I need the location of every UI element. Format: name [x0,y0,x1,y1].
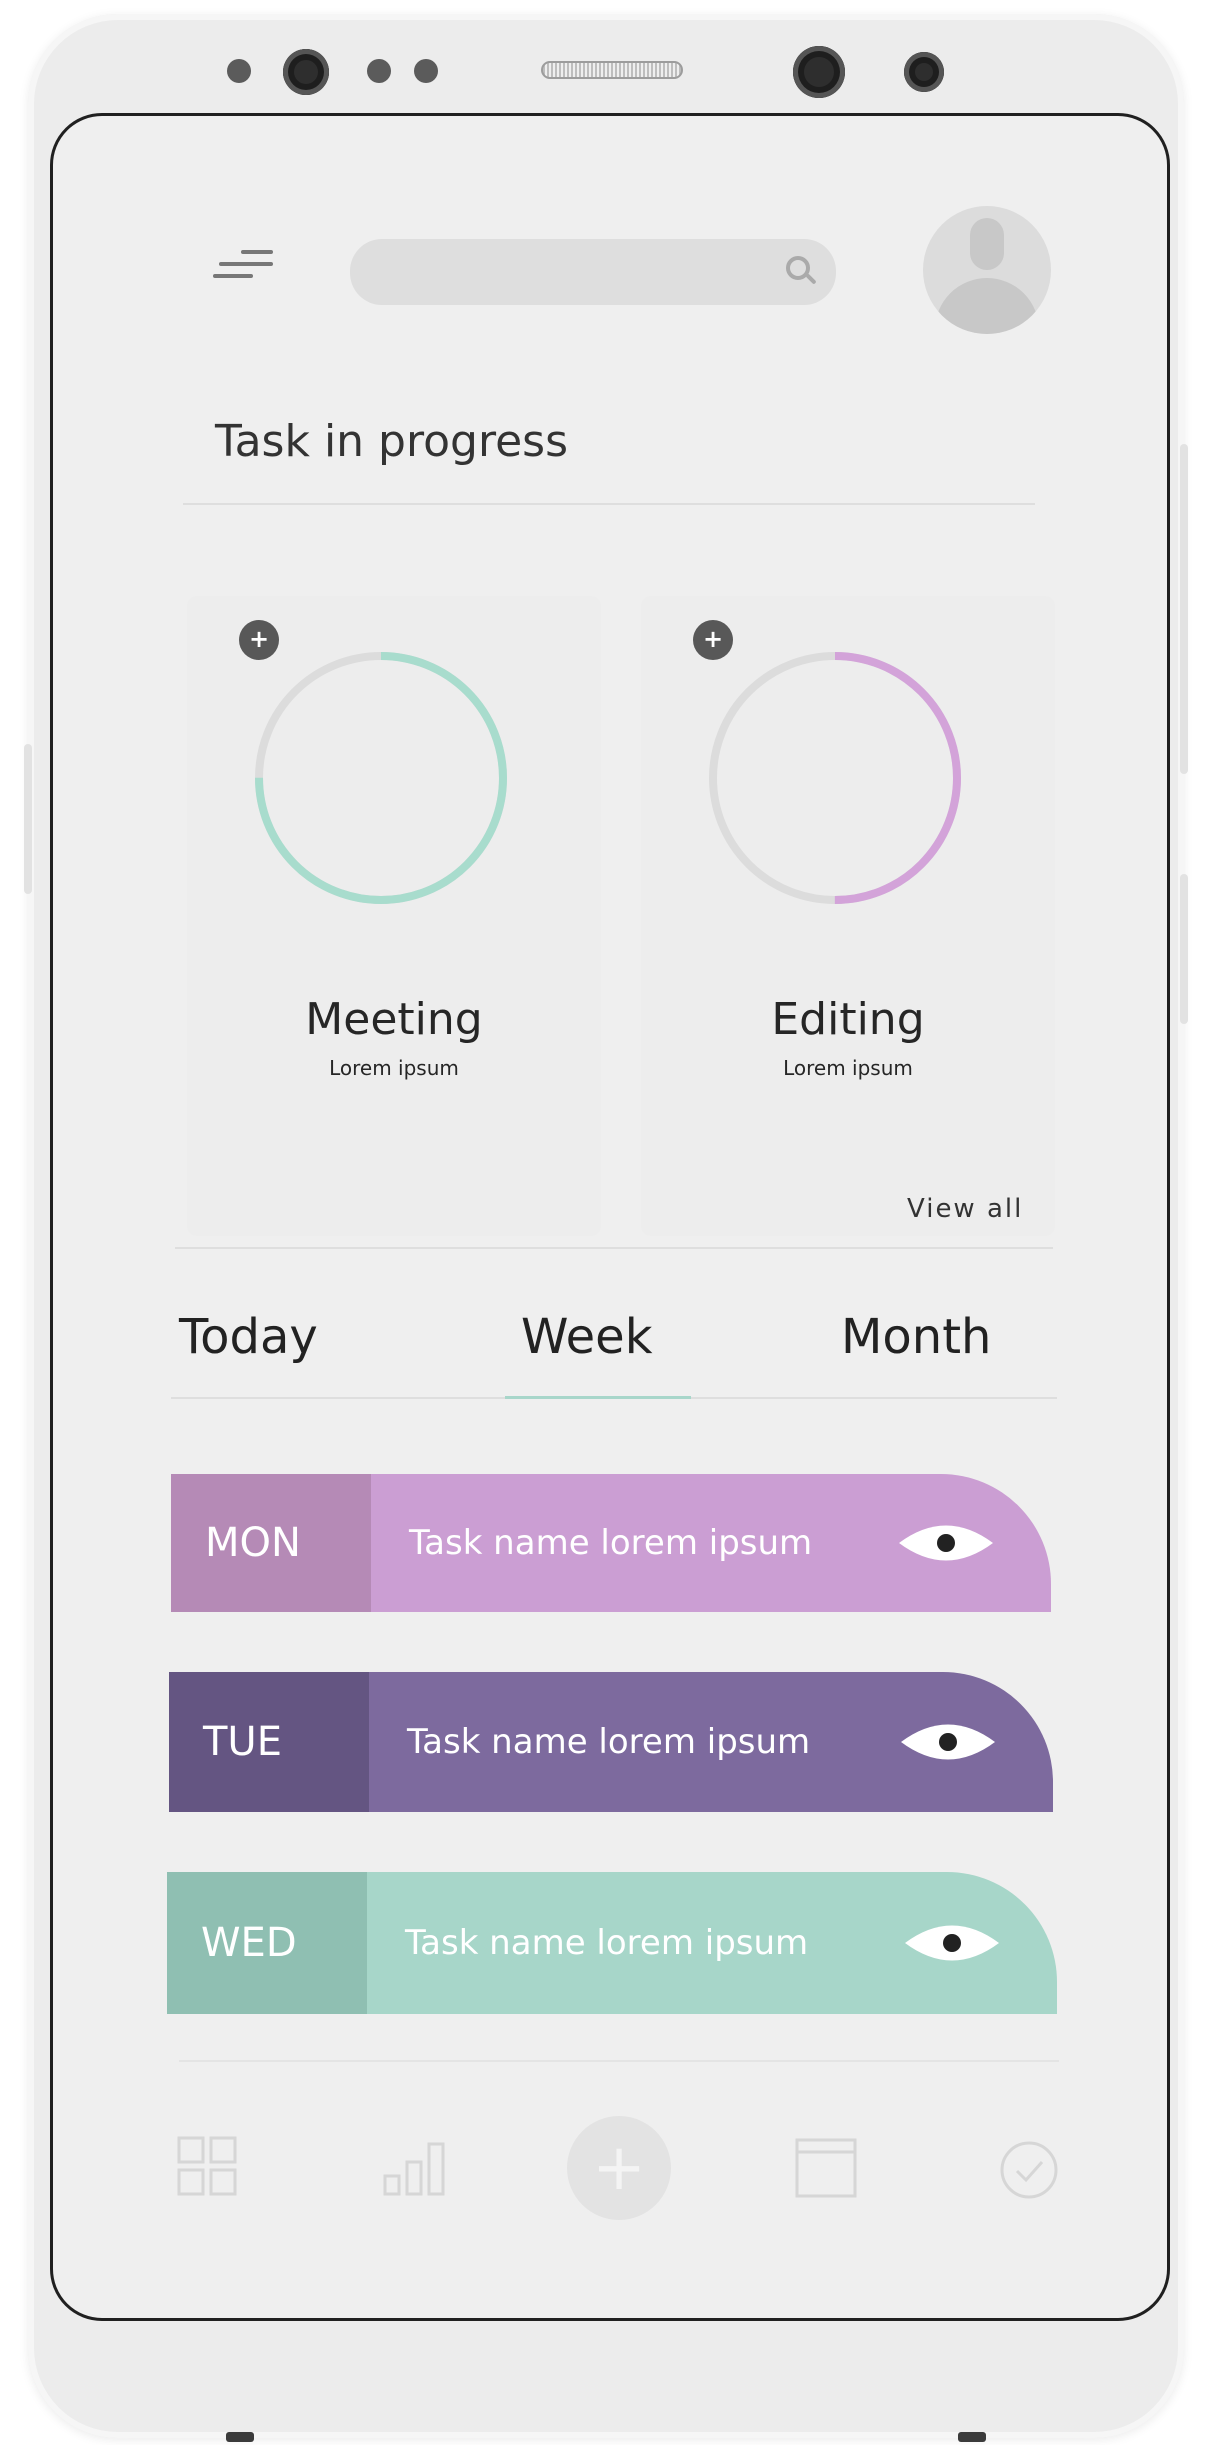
avatar-head-shape [970,218,1004,270]
side-button-left [24,744,32,894]
page-title: Task in progress [215,416,568,467]
task-name: Task name lorem ipsum [405,1923,809,1963]
search-icon[interactable] [786,256,810,280]
iris-sensor-icon [904,52,944,92]
nav-divider [179,2060,1059,2062]
tab-week[interactable]: Week [521,1309,653,1365]
calendar-icon[interactable] [795,2138,857,2198]
task-name: Task name lorem ipsum [409,1523,813,1563]
tabs-top-divider [175,1247,1053,1249]
view-all-link[interactable]: View all [907,1194,1023,1224]
progress-card-meeting[interactable]: + Meeting Lorem ipsum [187,596,601,1236]
proximity-sensor [227,59,251,83]
progress-ring-meeting [255,652,507,904]
light-sensor [367,59,391,83]
side-button-right [1180,444,1188,774]
card-title: Meeting [305,994,483,1045]
check-circle-icon[interactable] [999,2140,1059,2200]
side-button-right-lower [1180,874,1188,1024]
tab-month[interactable]: Month [841,1309,991,1365]
phone-foot-left [226,2432,254,2442]
progress-ring-editing [709,652,961,904]
task-day: TUE [169,1672,369,1812]
task-row-mon[interactable]: MON Task name lorem ipsum [171,1474,1051,1612]
task-name: Task name lorem ipsum [407,1722,811,1762]
earpiece-speaker [541,61,683,79]
search-input[interactable] [350,239,836,305]
grid-icon[interactable] [177,2136,239,2196]
card-subtitle: Lorem ipsum [329,1056,459,1080]
eye-icon[interactable] [897,1520,995,1566]
eye-icon[interactable] [903,1920,1001,1966]
avatar[interactable] [923,206,1051,334]
add-button[interactable]: + [567,2116,671,2220]
bar-chart-icon[interactable] [383,2140,447,2196]
progress-card-editing[interactable]: + Editing Lorem ipsum [641,596,1055,1236]
phone-foot-right [958,2432,986,2442]
eye-icon[interactable] [899,1719,997,1765]
task-row-tue[interactable]: TUE Task name lorem ipsum [169,1672,1053,1812]
task-row-wed[interactable]: WED Task name lorem ipsum [167,1872,1057,2014]
avatar-body-shape [935,278,1039,334]
menu-icon[interactable] [213,246,277,286]
active-tab-indicator [505,1396,691,1399]
tab-today[interactable]: Today [179,1309,318,1365]
front-camera-icon [283,49,329,95]
task-day: MON [171,1474,371,1612]
card-title: Editing [771,994,925,1045]
iris-camera-icon [793,46,845,98]
title-divider [183,503,1035,505]
app-screen: Task in progress + Meeting Lorem ipsum +… [50,113,1170,2321]
task-day: WED [167,1872,367,2014]
light-sensor-2 [414,59,438,83]
card-subtitle: Lorem ipsum [783,1056,913,1080]
